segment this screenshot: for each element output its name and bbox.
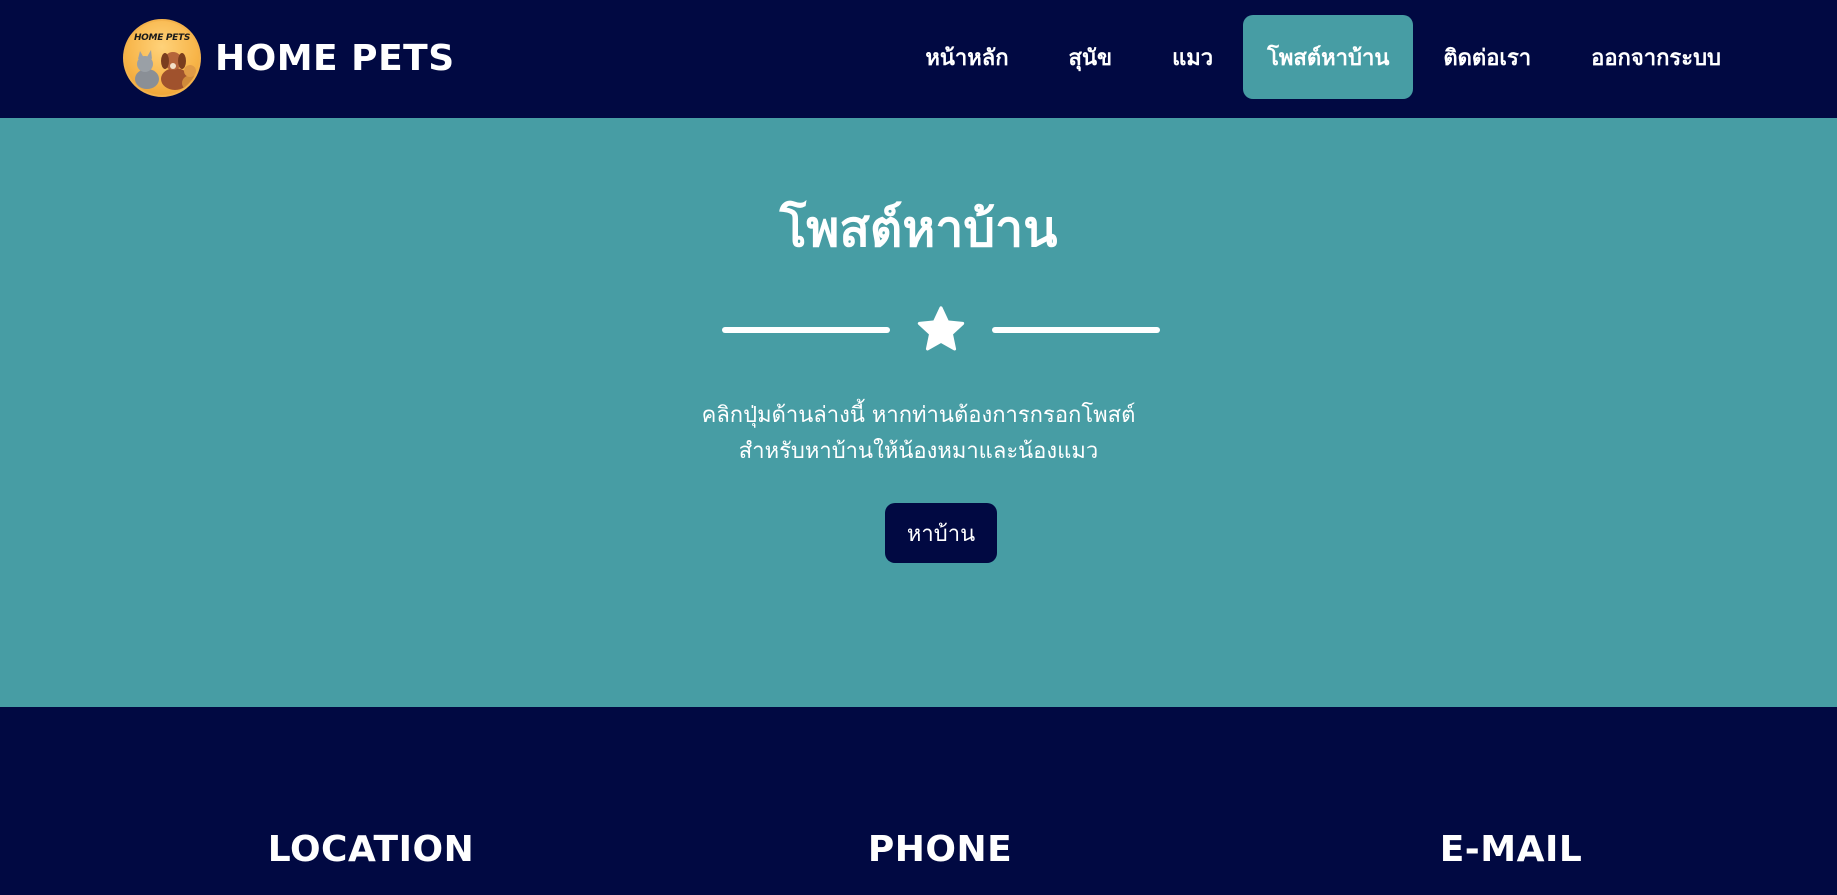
footer: LOCATION PHONE E-MAIL xyxy=(0,707,1837,895)
find-home-button[interactable]: หาบ้าน xyxy=(885,503,997,563)
footer-location-heading: LOCATION xyxy=(267,829,475,870)
divider-line-left xyxy=(722,327,890,333)
star-divider xyxy=(722,296,1160,356)
hero-description: คลิกปุ่มด้านล่างนี้ หากท่านต้องการกรอกโพ… xyxy=(0,398,1837,470)
nav-link-logout[interactable]: ออกจากระบบ xyxy=(1561,15,1745,99)
brand-home-link[interactable]: HOME PETS HOME PETS xyxy=(123,18,455,98)
hero-description-line-1: คลิกปุ่มด้านล่างนี้ หากท่านต้องการกรอกโพ… xyxy=(701,403,1136,428)
divider-line-right xyxy=(992,327,1160,333)
star-icon xyxy=(917,306,965,351)
nav-link-contact[interactable]: ติดต่อเรา xyxy=(1413,15,1561,99)
hero-description-line-2: สำหรับหาบ้านให้น้องหมาและน้องแมว xyxy=(738,439,1099,464)
brand-name: HOME PETS xyxy=(215,37,455,79)
home-pets-logo: HOME PETS xyxy=(123,19,201,97)
footer-phone-heading: PHONE xyxy=(867,829,1013,870)
footer-email-heading: E-MAIL xyxy=(1439,829,1583,870)
nav-link-home[interactable]: หน้าหลัก xyxy=(895,15,1038,99)
hero-section: โพสต์หาบ้าน คลิกปุ่มด้านล่างนี้ หากท่านต… xyxy=(0,118,1837,707)
navbar: HOME PETS HOME PETS หน้าหลัก สุนัข แมว โ… xyxy=(0,0,1837,118)
nav-link-dogs[interactable]: สุนัข xyxy=(1039,15,1143,99)
nav-link-post-rehome[interactable]: โพสต์หาบ้าน xyxy=(1243,15,1414,99)
nav-link-cats[interactable]: แมว xyxy=(1142,15,1243,99)
pets-illustration-icon xyxy=(135,50,199,91)
main-nav: หน้าหลัก สุนัข แมว โพสต์หาบ้าน ติดต่อเรา… xyxy=(895,15,1837,99)
page-title: โพสต์หาบ้าน xyxy=(779,200,1058,258)
